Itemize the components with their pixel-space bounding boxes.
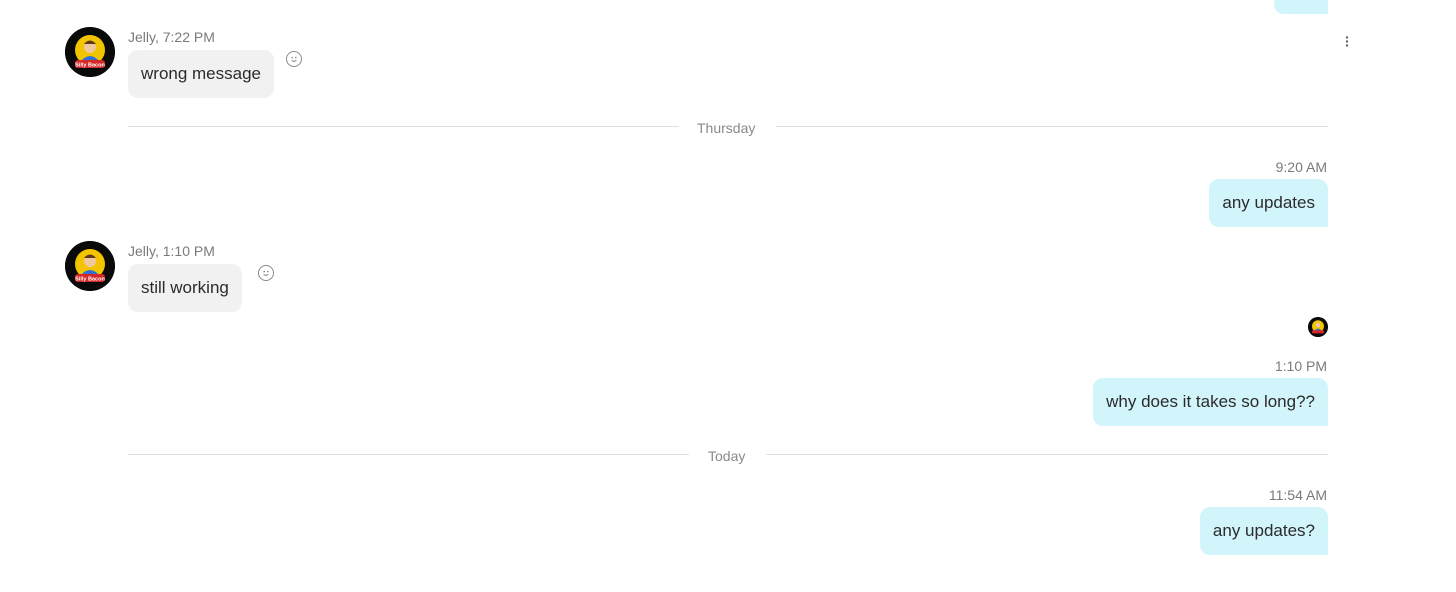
message-sender-meta: Jelly, 1:10 PM bbox=[128, 243, 215, 259]
avatar[interactable]: Silly Bacon bbox=[65, 27, 115, 77]
incoming-message-bubble[interactable]: wrong message bbox=[128, 50, 275, 98]
outgoing-message-time: 1:10 PM bbox=[1274, 358, 1327, 374]
outgoing-message-bubble[interactable]: any updates bbox=[1209, 179, 1328, 227]
date-divider-line bbox=[128, 454, 689, 455]
outgoing-message-time: 9:20 AM bbox=[1275, 159, 1327, 175]
silly-bacon-logo: Silly Bacon bbox=[65, 241, 115, 291]
clipped-outgoing-bubble bbox=[1274, 0, 1328, 14]
silly-bacon-logo: Silly Bacon bbox=[65, 27, 115, 77]
avatar[interactable]: Silly Bacon bbox=[65, 241, 115, 291]
svg-text:Silly Bacon: Silly Bacon bbox=[75, 62, 105, 68]
date-divider-line bbox=[128, 126, 679, 127]
message-sender-meta: Jelly, 7:22 PM bbox=[128, 29, 215, 45]
smiley-icon[interactable] bbox=[286, 51, 302, 67]
date-divider-label: Today bbox=[708, 448, 746, 464]
read-receipt-avatar bbox=[1308, 317, 1328, 337]
date-divider-label: Thursday bbox=[697, 120, 756, 136]
outgoing-message-bubble[interactable]: why does it takes so long?? bbox=[1093, 378, 1328, 426]
incoming-message-bubble[interactable]: still working bbox=[128, 264, 242, 312]
date-divider-line bbox=[776, 126, 1328, 127]
outgoing-message-bubble[interactable]: any updates? bbox=[1199, 507, 1328, 555]
more-vertical-icon[interactable] bbox=[1343, 35, 1351, 49]
date-divider-line bbox=[766, 454, 1328, 455]
outgoing-message-time: 11:54 AM bbox=[1268, 487, 1327, 503]
smiley-icon[interactable] bbox=[258, 265, 274, 281]
svg-text:Silly Bacon: Silly Bacon bbox=[75, 276, 105, 282]
